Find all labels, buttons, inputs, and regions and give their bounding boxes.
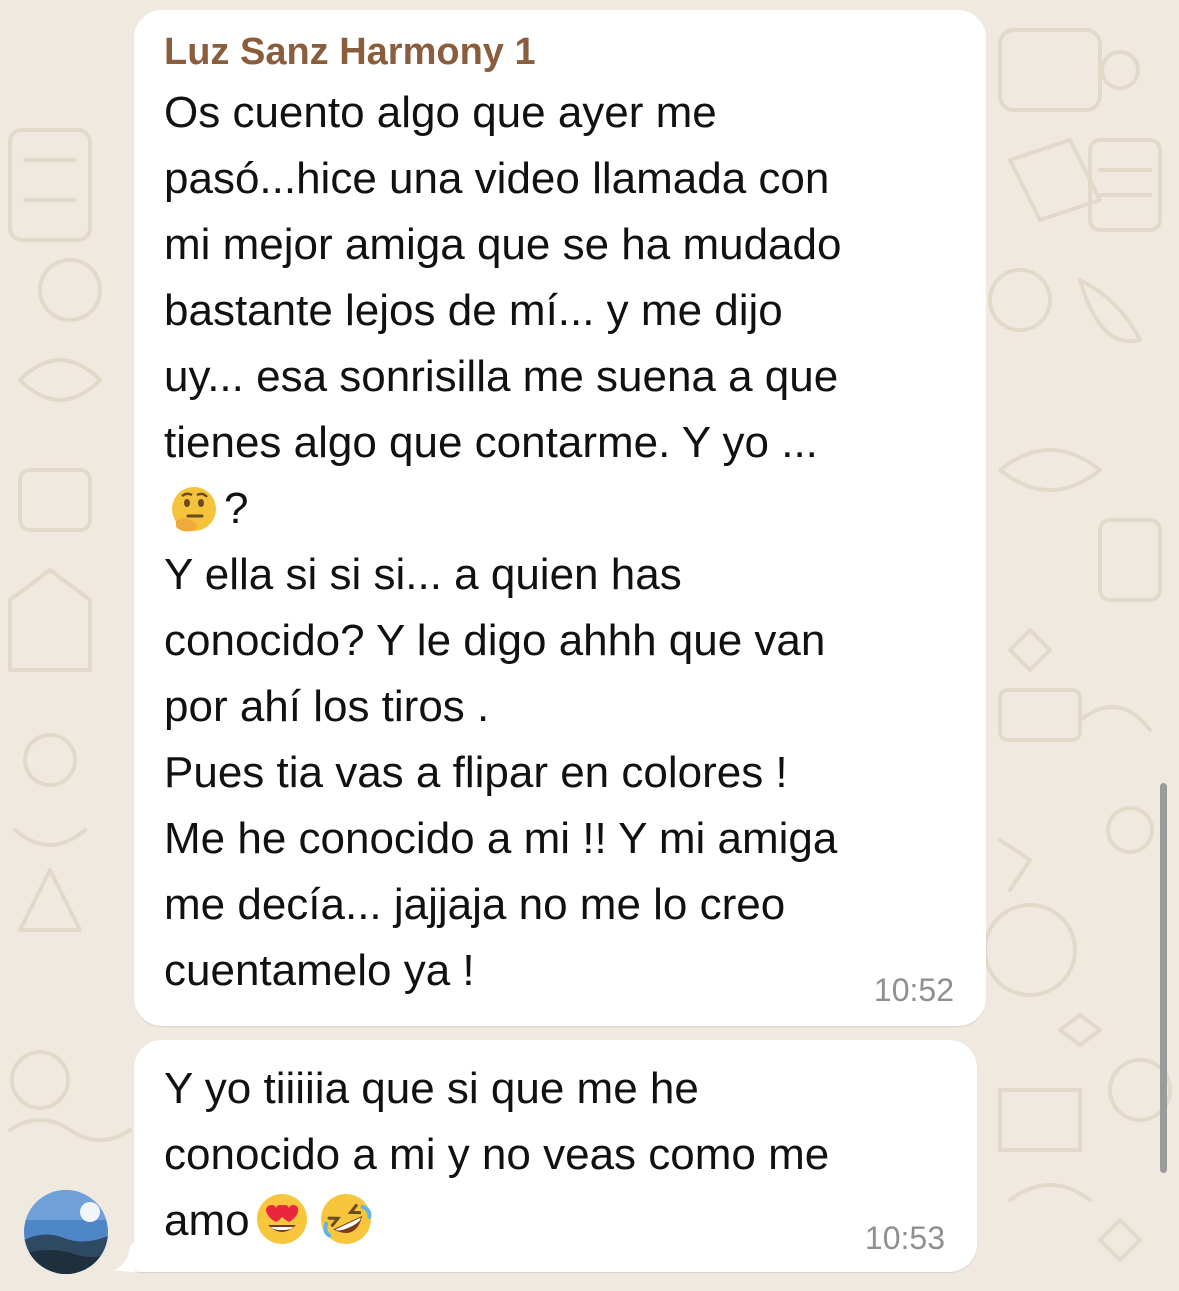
sender-avatar[interactable] [24,1190,108,1274]
message-bubble-received[interactable]: Y yo tiiiiia que si que me he conocido a… [134,1040,977,1272]
avatar-photo [24,1190,108,1274]
message-timestamp: 10:53 [864,1220,945,1256]
heart-eyes-face-icon [256,1194,307,1244]
message-text: Os cuento algo que ayer me pasó...hice u… [164,80,956,1004]
scrollbar[interactable] [1160,783,1167,1173]
message-timestamp: 10:52 [873,972,954,1008]
rolling-laughing-face-icon [320,1194,372,1244]
message-text-part-2: ? Y ella si si si... a quien has conocid… [164,484,838,995]
sender-name[interactable]: Luz Sanz Harmony 1 [164,28,956,76]
message-text-part-1: Os cuento algo que ayer me pasó...hice u… [164,88,842,467]
thinking-face-icon [172,487,216,532]
message-text: Y yo tiiiiia que si que me he conocido a… [164,1056,947,1254]
message-bubble-received[interactable]: Luz Sanz Harmony 1 Os cuento algo que ay… [134,10,986,1026]
